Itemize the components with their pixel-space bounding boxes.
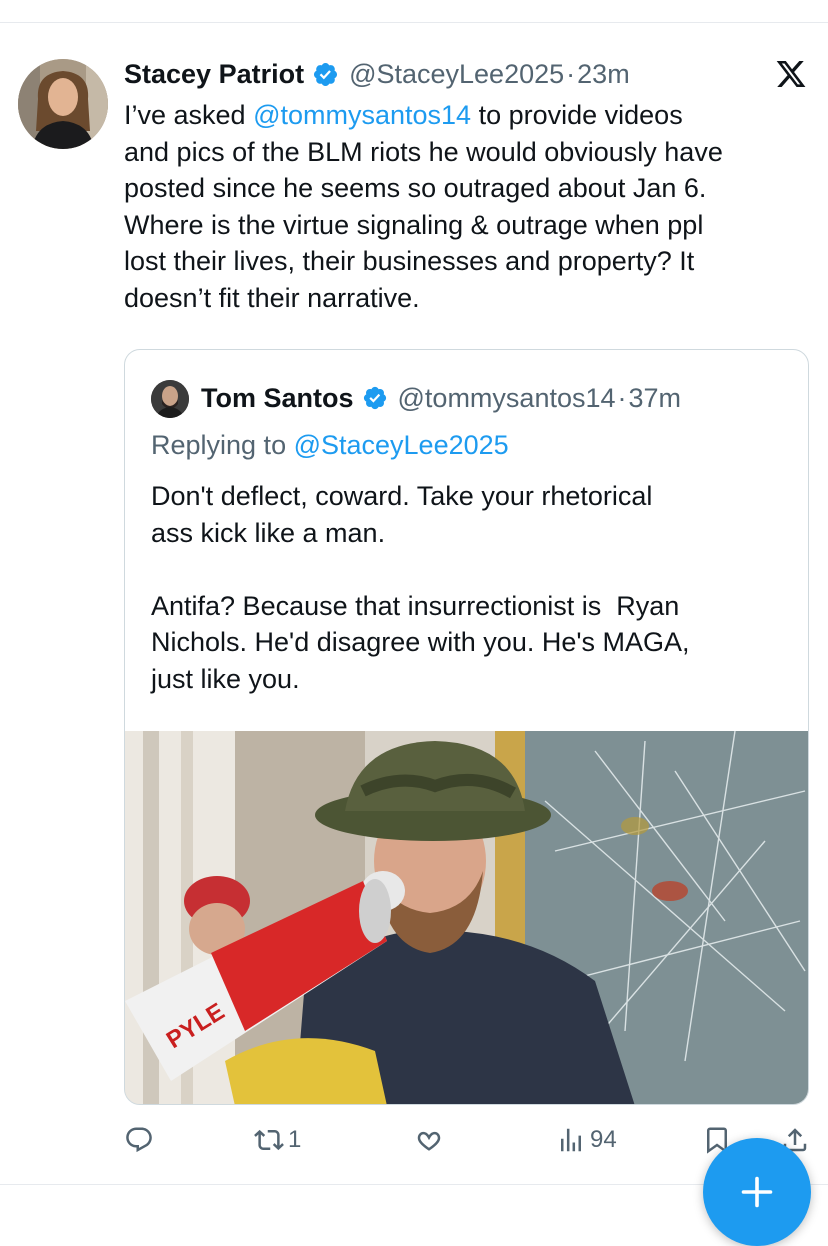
quoted-time-separator: · (617, 382, 627, 413)
tweet-time[interactable]: 23m (577, 59, 630, 90)
retweet-icon (254, 1129, 284, 1151)
quoted-author-handle[interactable]: @tommysantos14 (398, 383, 616, 414)
tweet-text-start: I’ve asked (124, 100, 254, 130)
author-name[interactable]: Stacey Patriot (124, 59, 304, 90)
time-separator: · (566, 58, 576, 89)
quoted-author-name[interactable]: Tom Santos (201, 383, 354, 414)
views-count: 94 (590, 1126, 617, 1153)
verified-badge-icon (363, 386, 386, 410)
mention-link[interactable]: @tommysantos14 (253, 100, 471, 130)
quoted-tweet[interactable]: Tom Santos @tommysantos14 · 37m Replying… (124, 349, 809, 1105)
quoted-tweet-text: Don't deflect, coward. Take your rhetori… (151, 481, 690, 694)
views-button[interactable]: 94 (556, 1120, 617, 1160)
quoted-tweet-time[interactable]: 37m (629, 383, 682, 414)
author-avatar[interactable] (18, 59, 108, 149)
tweet-header: Stacey Patriot @StaceyLee2025 · 23m (124, 56, 630, 92)
retweet-count: 1 (288, 1126, 302, 1153)
top-divider (0, 22, 828, 23)
tweet-text: I’ve asked @tommysantos14 to provide vid… (124, 97, 814, 316)
replying-to: Replying to @StaceyLee2025 (151, 430, 509, 461)
heart-icon (417, 1131, 441, 1151)
compose-button[interactable] (703, 1138, 811, 1246)
tweet-text-rest: to provide videos and pics of the BLM ri… (124, 100, 723, 313)
plus-icon (741, 1176, 773, 1208)
quoted-tweet-photo[interactable]: PYLE (125, 731, 809, 1105)
author-handle[interactable]: @StaceyLee2025 (349, 59, 564, 90)
replying-prefix: Replying to (151, 430, 294, 460)
like-button[interactable] (414, 1120, 448, 1160)
replying-handle-link[interactable]: @StaceyLee2025 (294, 430, 509, 460)
quoted-tweet-header: Tom Santos @tommysantos14 · 37m (201, 378, 681, 418)
reply-icon (126, 1127, 152, 1153)
reply-button[interactable] (124, 1120, 158, 1160)
views-icon (561, 1128, 581, 1152)
retweet-button[interactable]: 1 (254, 1120, 301, 1160)
x-logo-icon[interactable] (775, 58, 807, 90)
verified-badge-icon (314, 62, 338, 86)
quoted-author-avatar[interactable] (151, 380, 189, 418)
